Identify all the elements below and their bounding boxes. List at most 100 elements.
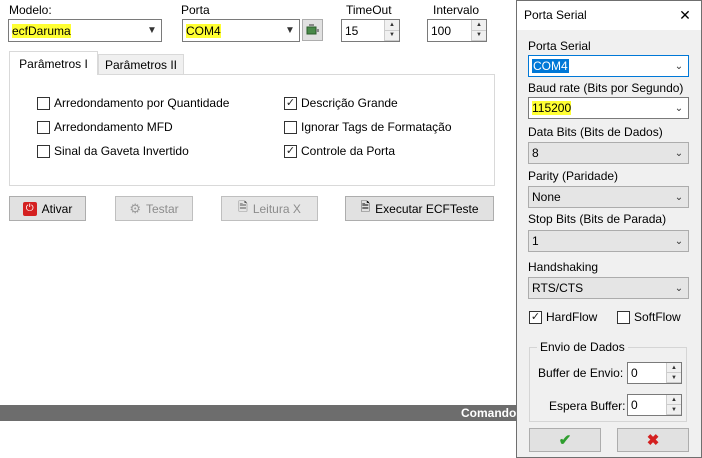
checkbox-box[interactable] [37, 96, 50, 110]
leitura-x-button[interactable]: 🗎 Leitura X [221, 196, 318, 221]
checkbox-label: Descrição Grande [301, 96, 398, 110]
chevron-down-icon: ⌄ [674, 282, 684, 294]
spin-down-icon[interactable]: ▼ [667, 405, 681, 415]
status-bar: Comando [0, 405, 520, 421]
checkbox-hardflow[interactable]: ✓ HardFlow [529, 310, 597, 324]
buffer-envio-spin[interactable]: 0 ▲ ▼ [627, 362, 682, 384]
check-icon: ✔ [558, 432, 572, 449]
checkbox-ignorar-tags[interactable]: Ignorar Tags de Formatação [284, 120, 452, 134]
testar-button[interactable]: ⚙ Testar [115, 196, 193, 221]
button-label: Executar ECFTeste [375, 201, 479, 216]
checkbox-arredondamento-quantidade[interactable]: Arredondamento por Quantidade [37, 96, 229, 110]
porta-combo[interactable]: COM4 ▼ [182, 19, 300, 42]
serial-port-icon [306, 24, 319, 35]
ativar-button[interactable]: ⏻ Ativar [9, 196, 86, 221]
document-icon: 🗎 [360, 200, 371, 214]
checkbox-sinal-gaveta[interactable]: Sinal da Gaveta Invertido [37, 144, 189, 158]
checkbox-label: HardFlow [546, 310, 598, 324]
envio-dados-label: Envio de Dados [537, 340, 628, 354]
power-icon: ⏻ [22, 201, 37, 216]
checkbox-label: SoftFlow [634, 310, 681, 324]
check-icon[interactable]: ✓ [284, 96, 297, 110]
espera-buffer-value: 0 [631, 398, 638, 412]
checkbox-box[interactable] [37, 144, 50, 158]
parity-label: Parity (Paridade) [528, 169, 619, 183]
chevron-down-icon: ⌄ [674, 102, 684, 114]
intervalo-spin[interactable]: 100 ▲ ▼ [427, 19, 487, 42]
data-bits-label: Data Bits (Bits de Dados) [528, 125, 663, 139]
close-icon[interactable]: ✕ [671, 5, 699, 25]
porta-serial-combo[interactable]: COM4 ⌄ [528, 55, 689, 77]
checkbox-box[interactable] [284, 120, 297, 134]
spin-down-icon[interactable]: ▼ [667, 373, 681, 383]
spin-down-icon[interactable]: ▼ [385, 30, 399, 41]
checkbox-label: Controle da Porta [301, 144, 396, 158]
porta-serial-label: Porta Serial [528, 39, 591, 53]
timeout-spin[interactable]: 15 ▲ ▼ [341, 19, 400, 42]
document-x-icon: 🗎 [238, 200, 248, 214]
checkbox-softflow[interactable]: SoftFlow [617, 310, 681, 324]
handshaking-combo[interactable]: RTS/CTS ⌄ [528, 277, 689, 299]
modelo-combo[interactable]: ecfDaruma ▼ [8, 19, 162, 42]
checkbox-controle-porta[interactable]: ✓ Controle da Porta [284, 144, 395, 158]
data-bits-value: 8 [532, 146, 539, 160]
tab-label: Parâmetros II [104, 58, 178, 72]
close-icon: ✖ [646, 432, 660, 449]
porta-serial-value: COM4 [532, 59, 569, 73]
checkbox-arredondamento-mfd[interactable]: Arredondamento MFD [37, 120, 173, 134]
baud-label: Baud rate (Bits por Segundo) [528, 81, 684, 95]
tab-parametros-2[interactable]: Parâmetros II [98, 54, 184, 75]
spin-down-icon[interactable]: ▼ [472, 30, 486, 41]
intervalo-label: Intervalo [433, 3, 480, 17]
stop-bits-value: 1 [532, 234, 539, 248]
chevron-down-icon: ▼ [147, 25, 157, 36]
spin-up-icon[interactable]: ▲ [667, 363, 681, 373]
buffer-envio-value: 0 [631, 366, 638, 380]
checkbox-label: Arredondamento por Quantidade [54, 96, 230, 110]
spin-up-icon[interactable]: ▲ [385, 20, 399, 31]
checkbox-box[interactable] [617, 310, 630, 324]
parity-combo[interactable]: None ⌄ [528, 186, 689, 208]
check-icon[interactable]: ✓ [284, 144, 297, 158]
checkbox-box[interactable] [37, 120, 50, 134]
checkbox-descricao-grande[interactable]: ✓ Descrição Grande [284, 96, 398, 110]
modelo-label: Modelo: [9, 3, 52, 17]
stop-bits-combo[interactable]: 1 ⌄ [528, 230, 689, 252]
checkbox-label: Ignorar Tags de Formatação [301, 120, 452, 134]
status-text: Comando [461, 406, 517, 420]
handshaking-label: Handshaking [528, 260, 599, 274]
buffer-envio-label: Buffer de Envio: [538, 366, 624, 380]
button-label: Leitura X [252, 201, 301, 216]
espera-buffer-label: Espera Buffer: [549, 399, 626, 413]
button-label: Ativar [41, 201, 73, 216]
chevron-down-icon: ⌄ [674, 191, 684, 203]
baud-value: 115200 [532, 101, 572, 115]
intervalo-value: 100 [431, 23, 452, 38]
port-config-button[interactable] [302, 19, 323, 41]
porta-serial-dialog: Porta Serial ✕ Porta Serial COM4 ⌄ Baud … [516, 0, 702, 458]
gear-icon: ⚙ [129, 200, 141, 216]
ok-button[interactable]: ✔ [529, 428, 601, 452]
data-bits-combo[interactable]: 8 ⌄ [528, 142, 689, 164]
handshaking-value: RTS/CTS [532, 281, 584, 295]
check-icon[interactable]: ✓ [529, 310, 542, 324]
chevron-down-icon: ▼ [285, 25, 295, 36]
stop-bits-label: Stop Bits (Bits de Parada) [528, 212, 667, 226]
checkbox-label: Sinal da Gaveta Invertido [54, 144, 189, 158]
tab-label: Parâmetros I [19, 56, 88, 71]
executar-ecfteste-button[interactable]: 🗎 Executar ECFTeste [345, 196, 494, 221]
spin-up-icon[interactable]: ▲ [667, 395, 681, 405]
checkbox-label: Arredondamento MFD [54, 120, 173, 134]
chevron-down-icon: ⌄ [674, 60, 684, 72]
spin-up-icon[interactable]: ▲ [472, 20, 486, 31]
porta-label: Porta [181, 3, 210, 17]
button-label: Testar [145, 201, 179, 216]
dialog-titlebar: Porta Serial ✕ [517, 1, 701, 30]
modelo-value: ecfDaruma [12, 23, 71, 38]
baud-combo[interactable]: 115200 ⌄ [528, 97, 689, 119]
timeout-label: TimeOut [346, 3, 392, 17]
espera-buffer-spin[interactable]: 0 ▲ ▼ [627, 394, 682, 416]
tab-parametros-1[interactable]: Parâmetros I [9, 51, 98, 75]
cancel-button[interactable]: ✖ [617, 428, 689, 452]
chevron-down-icon: ⌄ [674, 235, 684, 247]
